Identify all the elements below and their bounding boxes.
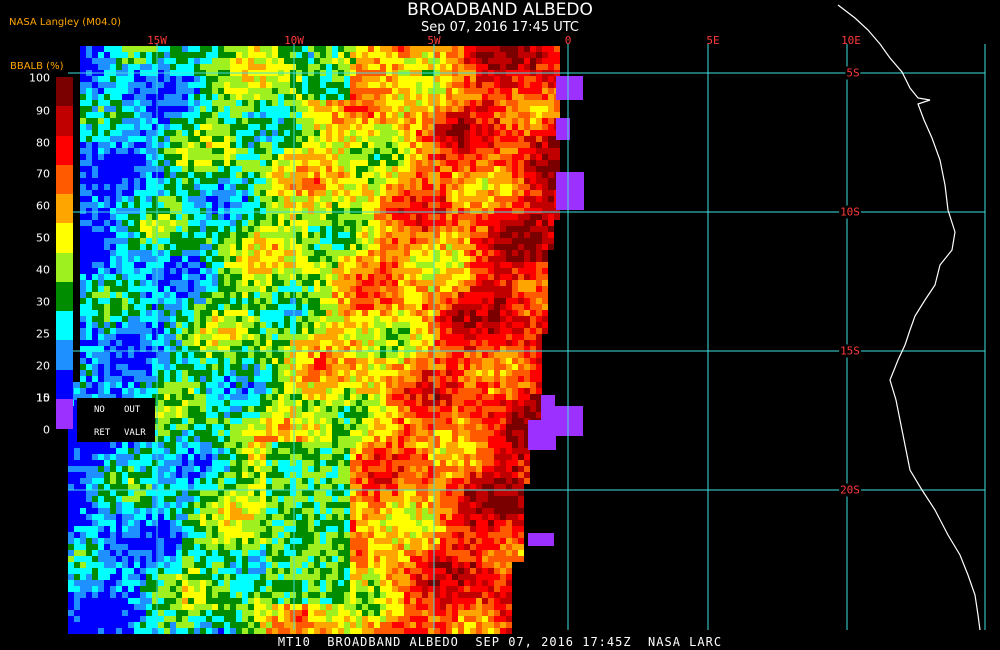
legend-tick: 30 [36,295,50,309]
no-retrieval-block [541,395,555,407]
lat-label-5s: 5S [845,66,861,80]
legend-tick: 50 [36,231,50,245]
legend-swatch [56,106,73,137]
legend-swatch [56,311,73,341]
legend-swatch [56,164,73,195]
credit-label: NASA Langley (M04.0) [9,17,121,28]
legend-tick: 25 [36,327,50,341]
legend-tick: 40 [36,263,50,277]
legend-tick: 60 [36,199,50,213]
legend-tick: 10 [36,391,50,405]
albedo-field [68,46,584,634]
albedo-map [68,4,986,634]
lon-label-5e: 5E [706,34,720,47]
legend-tick: 20 [36,359,50,373]
no-retrieval-block [528,420,556,450]
lon-label-10w: 10W [284,34,304,47]
flag-out: OUT [124,405,141,415]
legend-swatch [56,281,73,312]
legend-swatch [56,252,73,283]
no-retrieval-block [556,76,583,100]
legend-swatch [56,369,73,400]
legend-tick: 0 [43,423,50,437]
legend-tick: 70 [36,167,50,181]
footer-caption: MT10 BROADBAND ALBEDO SEP 07, 2016 17:45… [277,635,723,649]
flag-valr: VALR [124,428,146,438]
flag-ret: RET [94,428,111,438]
lat-label-20s: 20S [839,483,861,497]
legend-tick: 100 [29,71,50,85]
lat-label-10s: 10S [839,205,861,219]
legend-swatch [56,398,73,429]
lat-label-15s: 15S [839,344,861,358]
no-retrieval-block [556,172,584,210]
legend-tick: 90 [36,104,50,118]
no-retrieval-flag-box: NO OUT RET VALR [77,398,155,442]
legend-swatch [56,340,73,371]
coastline [837,4,981,631]
legend-swatch [56,223,73,254]
flag-no: NO [94,405,105,415]
lon-label-10e: 10E [841,34,861,47]
legend-swatch [56,135,73,166]
legend-tick: 80 [36,136,50,150]
lon-label-15w: 15W [147,34,167,47]
lon-label-0: 0 [564,34,572,47]
lon-label-5w: 5W [427,34,441,47]
legend-title: BBALB (%) [10,61,64,72]
no-retrieval-block [528,533,554,546]
legend-colorbar [56,77,73,429]
legend-swatch [56,194,73,224]
legend-swatch [56,77,73,107]
map-title: BROADBAND ALBEDO [407,0,593,20]
